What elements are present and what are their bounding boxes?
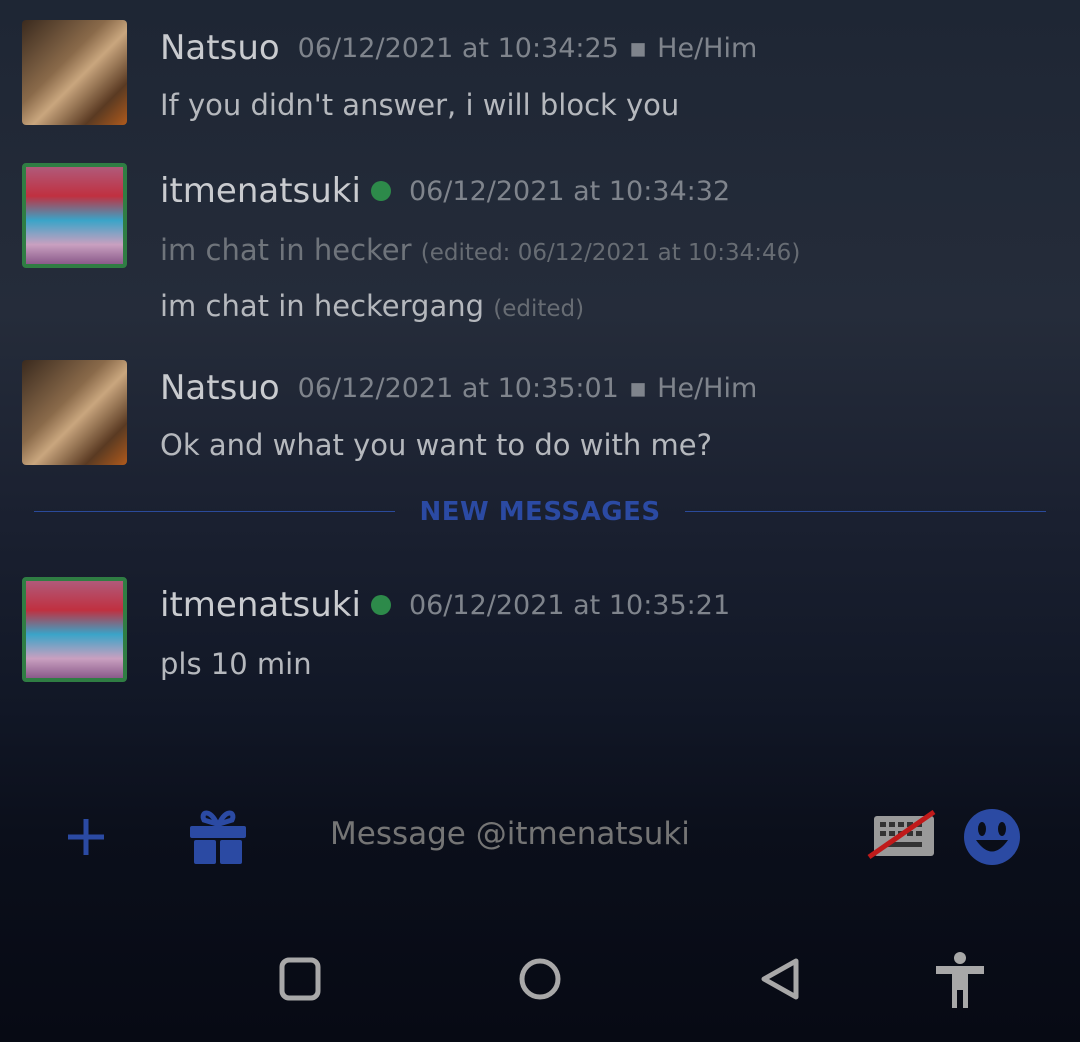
new-messages-label: NEW MESSAGES [419, 496, 661, 527]
timestamp: 06/12/2021 at 10:34:25 [297, 32, 619, 64]
accessibility-icon[interactable] [932, 950, 988, 1010]
avatar[interactable] [22, 163, 127, 268]
online-status-icon [370, 595, 391, 615]
gift-icon[interactable] [188, 806, 248, 866]
pronouns: He/Him [657, 372, 758, 404]
plus-icon[interactable] [64, 815, 108, 859]
message-composer [0, 800, 1080, 872]
author-name[interactable]: itmenatsuki [160, 171, 361, 211]
recents-icon[interactable] [278, 956, 322, 1002]
back-icon[interactable] [758, 956, 804, 1002]
message-line[interactable]: im chat in heckergang (edited) [160, 289, 584, 323]
pronouns: He/Him [657, 32, 758, 64]
home-icon[interactable] [517, 956, 563, 1002]
system-navbar [0, 950, 1080, 1010]
new-messages-divider: NEW MESSAGES [34, 497, 1046, 527]
message-text: im chat in hecker [160, 233, 412, 267]
separator: ▪ [628, 372, 648, 404]
avatar[interactable] [22, 360, 127, 465]
edited-label: (edited: 06/12/2021 at 10:34:46) [420, 240, 801, 266]
online-status-icon [370, 181, 391, 201]
timestamp: 06/12/2021 at 10:34:32 [408, 175, 731, 207]
separator: ▪ [628, 32, 648, 64]
message-text[interactable]: If you didn't answer, i will block you [160, 88, 679, 122]
keyboard-off-icon[interactable] [866, 810, 938, 860]
author-name[interactable]: Natsuo [160, 368, 280, 408]
divider-rule [34, 511, 396, 512]
message-line[interactable]: im chat in hecker (edited: 06/12/2021 at… [160, 233, 800, 267]
avatar[interactable] [22, 20, 127, 125]
message-text: im chat in heckergang [160, 289, 485, 323]
message-text[interactable]: Ok and what you want to do with me? [160, 428, 712, 462]
timestamp: 06/12/2021 at 10:35:01 [297, 372, 619, 404]
author-name[interactable]: Natsuo [160, 28, 280, 68]
author-name[interactable]: itmenatsuki [160, 585, 361, 625]
emoji-icon[interactable] [962, 807, 1022, 867]
divider-rule [684, 511, 1046, 512]
message-text[interactable]: pls 10 min [160, 647, 312, 681]
avatar[interactable] [22, 577, 127, 682]
edited-label: (edited) [493, 296, 585, 322]
timestamp: 06/12/2021 at 10:35:21 [408, 589, 731, 621]
message-input[interactable] [330, 816, 850, 852]
